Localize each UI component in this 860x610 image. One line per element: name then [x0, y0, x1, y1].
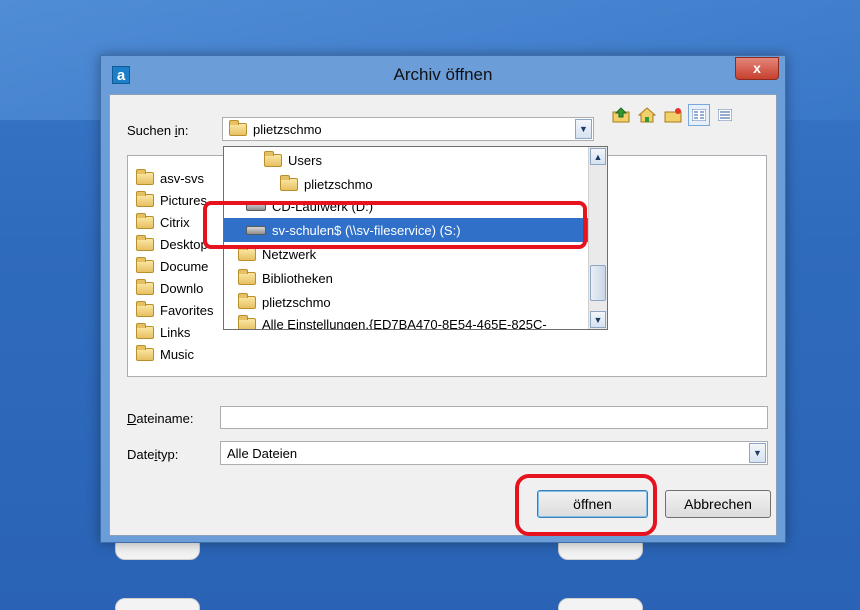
home-icon[interactable]	[636, 104, 658, 126]
scroll-up-icon[interactable]: ▲	[590, 148, 606, 165]
dropdown-item[interactable]: plietzschmo	[224, 290, 588, 314]
open-archive-dialog: a Archiv öffnen x Suchen in: plietzschmo…	[100, 55, 786, 543]
scroll-thumb[interactable]	[590, 265, 606, 301]
folder-icon	[280, 174, 298, 191]
dropdown-item[interactable]: Bibliotheken	[224, 266, 588, 290]
desktop-tile	[558, 598, 643, 610]
list-item[interactable]: asv-svs	[136, 167, 204, 189]
new-folder-icon[interactable]	[662, 104, 684, 126]
list-item[interactable]: Music	[136, 343, 194, 365]
annotation-highlight-drive	[203, 201, 587, 249]
title-bar[interactable]: a Archiv öffnen x	[101, 56, 785, 94]
folder-icon	[238, 314, 256, 329]
folder-icon	[136, 300, 154, 317]
folder-icon	[136, 344, 154, 361]
details-view-icon[interactable]	[714, 104, 736, 126]
dropdown-scrollbar[interactable]: ▲ ▼	[588, 147, 607, 329]
folder-up-icon[interactable]	[610, 104, 632, 126]
dropdown-item[interactable]: plietzschmo	[224, 172, 588, 196]
desktop-tile	[115, 598, 200, 610]
list-item[interactable]: Citrix	[136, 211, 190, 233]
filetype-label: Dateityp:	[127, 447, 179, 462]
folder-icon	[136, 256, 154, 273]
list-item[interactable]: Links	[136, 321, 190, 343]
cancel-button[interactable]: Abbrechen	[665, 490, 771, 518]
folder-icon	[136, 168, 154, 185]
lookin-label: Suchen in:	[127, 123, 189, 138]
list-item[interactable]: Docume	[136, 255, 208, 277]
dropdown-item[interactable]: Users	[224, 148, 588, 172]
filename-label: Dateiname:	[127, 411, 194, 426]
close-button[interactable]: x	[735, 57, 779, 80]
lookin-combobox[interactable]: plietzschmo ▼	[222, 117, 594, 141]
chevron-down-icon[interactable]: ▼	[575, 119, 592, 139]
folder-icon	[229, 119, 247, 136]
folder-icon	[136, 234, 154, 251]
folder-icon	[136, 190, 154, 207]
folder-icon	[264, 150, 282, 167]
list-item[interactable]: Desktop	[136, 233, 208, 255]
list-item[interactable]: Pictures	[136, 189, 207, 211]
toolbar	[610, 104, 736, 126]
dropdown-item[interactable]: Alle Einstellungen.{ED7BA470-8E54-465E-8…	[224, 312, 588, 329]
annotation-highlight-open	[515, 474, 657, 536]
filetype-combobox[interactable]: Alle Dateien ▼	[220, 441, 768, 465]
network-icon	[238, 244, 256, 261]
scroll-down-icon[interactable]: ▼	[590, 311, 606, 328]
dialog-title: Archiv öffnen	[393, 65, 493, 84]
list-item[interactable]: Downlo	[136, 277, 203, 299]
filename-input[interactable]	[220, 406, 768, 429]
chevron-down-icon[interactable]: ▼	[749, 443, 766, 463]
app-icon: a	[112, 66, 130, 84]
folder-icon	[136, 278, 154, 295]
filetype-value: Alle Dateien	[227, 445, 298, 461]
lookin-value: plietzschmo	[253, 121, 322, 137]
list-item[interactable]: Favorites	[136, 299, 213, 321]
folder-icon	[136, 212, 154, 229]
folder-icon	[136, 322, 154, 339]
list-view-icon[interactable]	[688, 104, 710, 126]
folder-icon	[238, 268, 256, 285]
dialog-body: Suchen in: plietzschmo ▼ asv-svs Picture…	[109, 94, 777, 536]
folder-icon	[238, 292, 256, 309]
